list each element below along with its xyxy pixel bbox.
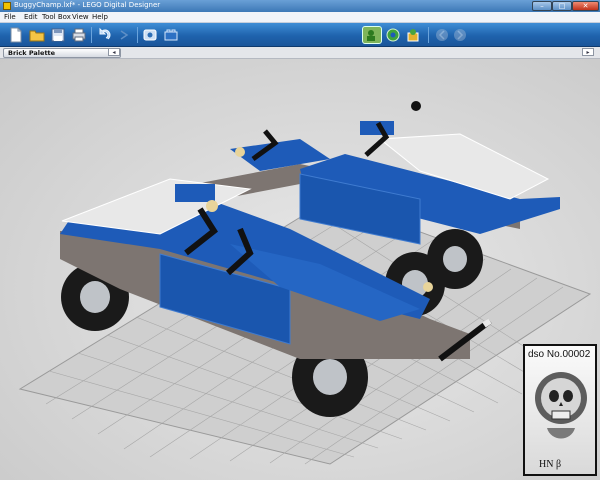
building-guide-icon[interactable]	[405, 27, 421, 43]
menu-tool-box[interactable]: Tool Box	[42, 13, 71, 21]
minimize-button[interactable]: –	[532, 1, 552, 11]
title-bar: BuggyChamp.lxf* - LEGO Digital Designer …	[0, 0, 600, 12]
print-icon[interactable]	[71, 27, 87, 43]
window-title: BuggyChamp.lxf* - LEGO Digital Designer	[14, 1, 161, 9]
view-mode-icon[interactable]	[385, 27, 401, 43]
stamp-signature: HN β	[539, 459, 562, 470]
maximize-button[interactable]: □	[552, 1, 572, 11]
watermark-stamp: dso No.00002 HN β	[523, 344, 597, 476]
menu-help[interactable]: Help	[92, 13, 108, 21]
3d-viewport[interactable]	[0, 59, 600, 480]
build-mode-green-icon[interactable]	[362, 26, 382, 44]
toolbar-separator	[91, 27, 92, 43]
toolbar-separator	[137, 27, 138, 43]
close-button[interactable]: ✕	[572, 1, 599, 11]
toolbar-separator	[428, 27, 429, 43]
viewport-scene	[18, 101, 592, 465]
new-file-icon[interactable]	[8, 27, 24, 43]
toolbar	[0, 23, 600, 47]
menu-edit[interactable]: Edit	[24, 13, 38, 21]
brick-palette-bar: Brick Palette ◂ ▸	[0, 47, 600, 59]
brick-palette-tab[interactable]: Brick Palette	[3, 48, 121, 58]
brick-palette-label: Brick Palette	[8, 49, 56, 57]
app-icon	[3, 2, 11, 10]
skull-icon	[535, 372, 587, 439]
build-mode-icon[interactable]	[163, 27, 179, 43]
menu-view[interactable]: View	[72, 13, 89, 21]
stamp-number: dso No.00002	[528, 349, 591, 360]
next-step-icon[interactable]	[452, 27, 468, 43]
palette-expand-icon[interactable]: ▸	[582, 48, 594, 56]
menu-bar: File Edit Tool Box View Help	[0, 12, 600, 23]
palette-collapse-icon[interactable]: ◂	[108, 48, 120, 56]
open-folder-icon[interactable]	[29, 27, 45, 43]
camera-icon[interactable]	[142, 27, 158, 43]
menu-file[interactable]: File	[4, 13, 16, 21]
save-icon[interactable]	[50, 27, 66, 43]
undo-icon[interactable]	[96, 27, 112, 43]
prev-step-icon[interactable]	[434, 27, 450, 43]
redo-icon[interactable]	[117, 27, 133, 43]
